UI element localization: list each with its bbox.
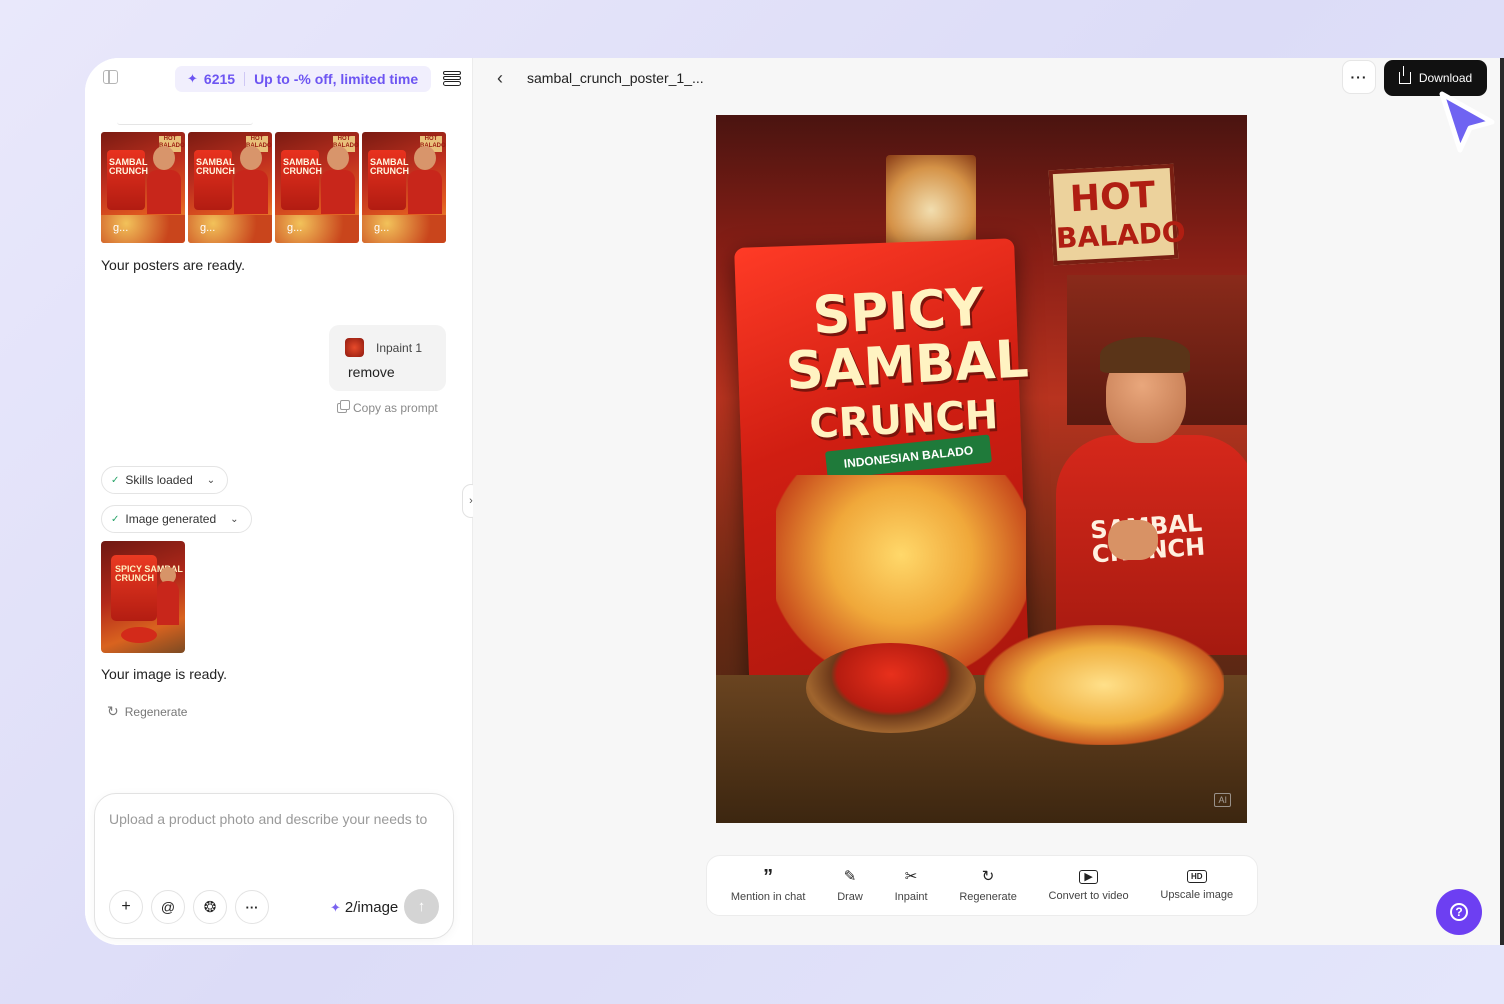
window-edge bbox=[1500, 58, 1504, 945]
credits-count: 6215 bbox=[203, 71, 236, 87]
upscale-image-button[interactable]: HD Upscale image bbox=[1160, 870, 1233, 901]
ai-watermark: AI bbox=[1214, 793, 1231, 807]
refresh-icon: ↻ bbox=[107, 703, 119, 719]
arrow-up-icon: ↑ bbox=[417, 898, 426, 915]
prompt-input[interactable]: Upload a product photo and describe your… bbox=[109, 811, 449, 827]
regenerate-button[interactable]: ↻ Regenerate bbox=[959, 867, 1017, 903]
poster-image[interactable]: HOT BALADO SAMBAL CRUNCH SPICY SAMBAL CR… bbox=[716, 115, 1247, 823]
pointer-cursor-icon bbox=[1439, 91, 1495, 153]
assistant-message: Your posters are ready. bbox=[101, 257, 245, 273]
chevron-down-icon: ⌄ bbox=[206, 474, 216, 486]
thumb-caption: g... bbox=[113, 222, 129, 234]
scissors-icon: ✂ bbox=[904, 867, 918, 885]
poster-person-hair bbox=[1100, 337, 1190, 373]
draw-button[interactable]: ✎ Draw bbox=[837, 867, 863, 903]
sparkle-icon: ✦ bbox=[187, 71, 198, 86]
brush-icon: ✎ bbox=[843, 867, 857, 885]
copy-icon bbox=[337, 400, 350, 413]
mention-button[interactable]: @ bbox=[151, 890, 185, 924]
question-icon: ? bbox=[1450, 903, 1468, 921]
promo-banner[interactable]: ✦ 6215 Up to -% off, limited time bbox=[175, 66, 431, 92]
chevron-left-icon: ‹ bbox=[497, 68, 503, 88]
tool-label: Draw bbox=[837, 890, 863, 903]
download-icon bbox=[1398, 66, 1411, 84]
skills-loaded-label: Skills loaded bbox=[125, 473, 193, 487]
skills-loaded-pill[interactable]: ✓ Skills loaded ⌄ bbox=[101, 466, 229, 494]
openai-icon: ❂ bbox=[203, 899, 217, 916]
check-icon: ✓ bbox=[111, 474, 120, 486]
inpaint-thumbnail[interactable] bbox=[345, 338, 364, 357]
poster-sign-line: HOT bbox=[1068, 174, 1157, 221]
copy-as-prompt-button[interactable]: Copy as prompt bbox=[337, 400, 438, 415]
sparkle-icon: ✦ bbox=[330, 899, 341, 915]
poster-thumbnail[interactable]: SAMBAL CRUNCH HOT BALADO g... bbox=[101, 132, 185, 243]
regenerate-label: Regenerate bbox=[124, 704, 188, 719]
divider bbox=[244, 72, 246, 86]
help-button[interactable]: ? bbox=[1436, 889, 1482, 935]
thumb-caption: g... bbox=[374, 222, 390, 234]
video-icon: ▶ bbox=[1079, 869, 1098, 884]
refresh-icon: ↻ bbox=[981, 867, 995, 885]
download-label: Download bbox=[1418, 71, 1473, 85]
ellipsis-icon: ··· bbox=[245, 899, 259, 915]
poster-thumbnail[interactable]: SAMBAL CRUNCH HOT BALADO g... bbox=[275, 132, 359, 243]
chat-header: ✦ 6215 Up to -% off, limited time bbox=[85, 58, 473, 98]
app-window: ✦ 6215 Up to -% off, limited time SAMBAL… bbox=[85, 58, 1504, 945]
regenerate-link[interactable]: ↻ Regenerate bbox=[107, 703, 187, 720]
image-generated-label: Image generated bbox=[125, 512, 217, 526]
chevron-down-icon: ⌄ bbox=[230, 513, 239, 525]
chat-panel: ✦ 6215 Up to -% off, limited time SAMBAL… bbox=[85, 58, 473, 945]
thumb-caption: g... bbox=[287, 222, 303, 234]
tool-label: Inpaint bbox=[894, 890, 928, 903]
assistant-message: Your image is ready. bbox=[101, 666, 228, 682]
convert-to-video-button[interactable]: ▶ Convert to video bbox=[1048, 869, 1129, 902]
generated-image-thumbnail[interactable]: SPICY SAMBAL CRUNCH bbox=[101, 541, 185, 653]
plus-icon: + bbox=[121, 898, 131, 915]
poster-thumbnail[interactable]: SAMBAL CRUNCH HOT BALADO g... bbox=[362, 132, 446, 243]
poster-sambal-bowl bbox=[806, 643, 976, 733]
send-button[interactable]: ↑ bbox=[404, 889, 439, 924]
quote-icon: ” bbox=[763, 865, 774, 888]
image-viewer: ‹ sambal_crunch_poster_1_... ··· Downloa… bbox=[473, 58, 1504, 945]
poster-hand bbox=[1108, 520, 1158, 560]
divider bbox=[117, 122, 253, 125]
poster-thumbnails: SAMBAL CRUNCH HOT BALADO g... SAMBAL CRU… bbox=[101, 132, 446, 243]
thumb-caption: g... bbox=[200, 222, 216, 234]
copy-as-prompt-label: Copy as prompt bbox=[353, 401, 438, 415]
back-button[interactable]: ‹ bbox=[497, 68, 503, 89]
user-message-text: remove bbox=[348, 364, 395, 380]
more-menu-button[interactable]: ··· bbox=[1342, 60, 1376, 94]
price-label: 2/image bbox=[344, 899, 399, 916]
at-icon: @ bbox=[160, 899, 176, 915]
mention-in-chat-button[interactable]: ” Mention in chat bbox=[730, 865, 806, 903]
ellipsis-icon: ··· bbox=[1350, 69, 1368, 85]
tool-label: Convert to video bbox=[1048, 889, 1129, 902]
tool-label: Upscale image bbox=[1160, 889, 1234, 901]
poster-thumbnail[interactable]: SAMBAL CRUNCH HOT BALADO g... bbox=[188, 132, 272, 243]
file-name: sambal_crunch_poster_1_... bbox=[527, 70, 704, 86]
prompt-composer: Upload a product photo and describe your… bbox=[94, 793, 454, 939]
sidebar-toggle-icon[interactable] bbox=[103, 70, 118, 84]
image-generated-pill[interactable]: ✓ Image generated ⌄ bbox=[101, 505, 252, 533]
add-attachment-button[interactable]: + bbox=[109, 890, 143, 924]
inpaint-button[interactable]: ✂ Inpaint bbox=[894, 867, 928, 903]
poster-chips-pile bbox=[984, 625, 1224, 745]
hd-icon: HD bbox=[1186, 870, 1207, 883]
model-button[interactable]: ❂ bbox=[193, 890, 227, 924]
poster-title: SPICY SAMBAL CRUNCH bbox=[782, 278, 1030, 453]
layers-icon[interactable] bbox=[443, 69, 461, 87]
image-toolbar: ” Mention in chat ✎ Draw ✂ Inpaint ↻ Reg… bbox=[706, 855, 1258, 916]
more-options-button[interactable]: ··· bbox=[235, 890, 269, 924]
inpaint-tag: Inpaint 1 bbox=[376, 341, 423, 355]
tool-label: Mention in chat bbox=[730, 890, 806, 903]
tool-label: Regenerate bbox=[959, 890, 1017, 903]
price-indicator: ✦ 2/image bbox=[330, 899, 398, 916]
poster-sign-line: BALADO bbox=[1055, 215, 1187, 256]
user-message-bubble: Inpaint 1 remove bbox=[329, 325, 446, 391]
promo-text: Up to -% off, limited time bbox=[254, 71, 419, 87]
poster-sign: HOT BALADO bbox=[1048, 163, 1187, 266]
check-icon: ✓ bbox=[111, 513, 120, 525]
